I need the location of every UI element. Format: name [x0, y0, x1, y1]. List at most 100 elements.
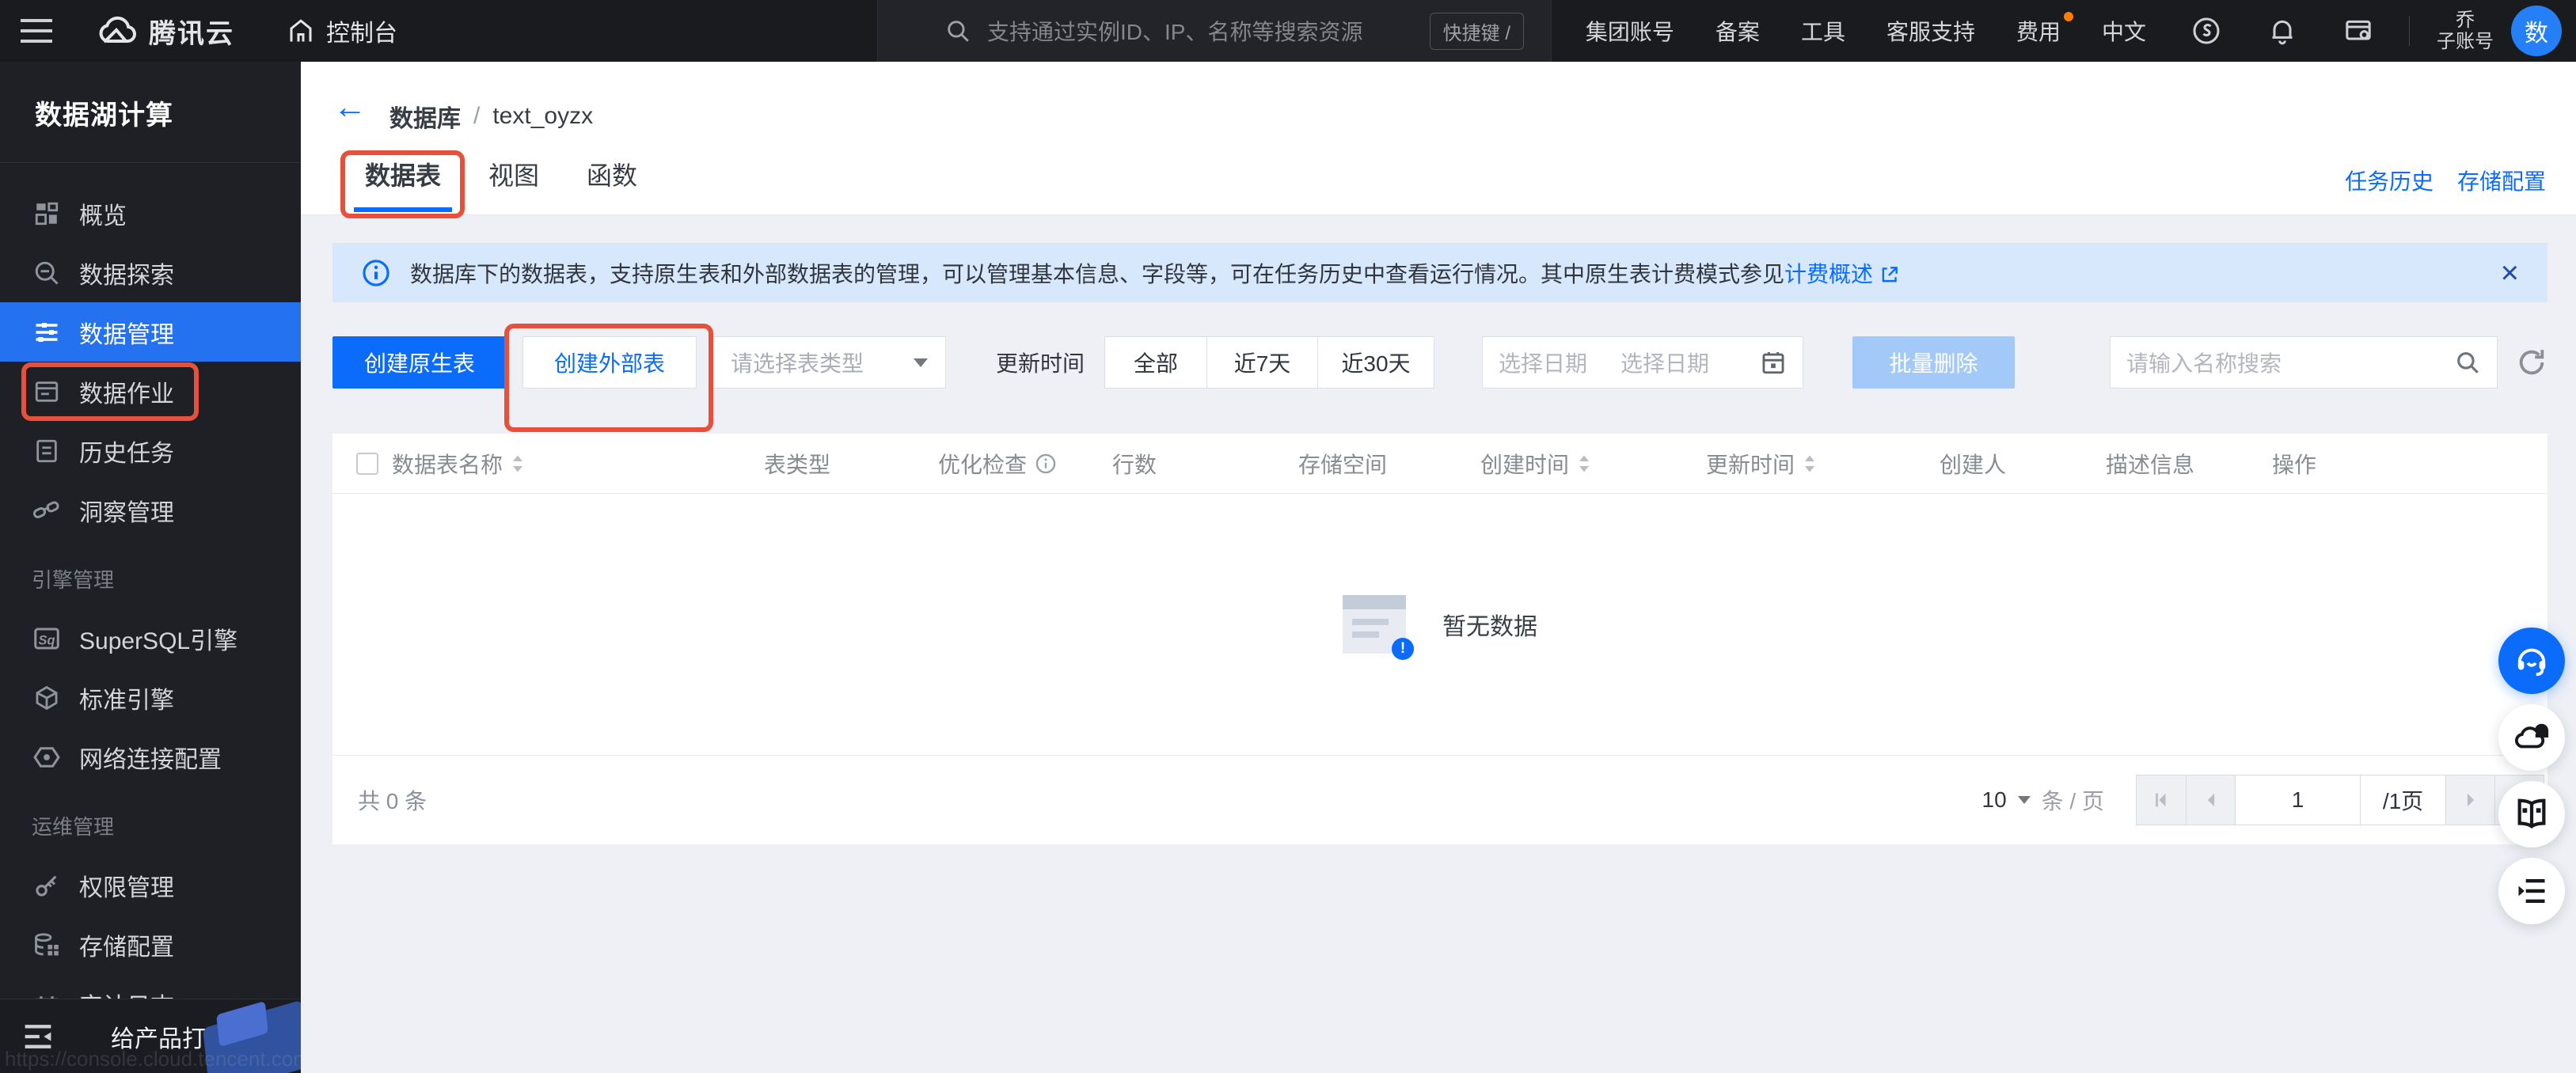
hamburger-menu-icon[interactable] [0, 0, 74, 62]
page-content: 数据库下的数据表，支持原生表和外部数据表的管理，可以管理基本信息、字段等，可在任… [301, 215, 2576, 1073]
sidebar-item-permission[interactable]: 权限管理 [0, 855, 301, 915]
section-engine-management: 引擎管理 [32, 568, 115, 592]
top-nav-right: 集团账号 备案 工具 客服支持 费用 中文 乔 子账号 数 [1544, 0, 2576, 62]
list-expand-icon [2518, 878, 2545, 904]
user-name-line2: 子账号 [2437, 31, 2494, 52]
pagination-controls: 10 条 / 页 1 /1页 [1982, 756, 2544, 844]
sort-icon[interactable] [511, 454, 525, 473]
column-creator: 创建人 [1940, 452, 2007, 477]
notification-bell-icon[interactable] [2266, 15, 2298, 47]
cloud-alarm-fab[interactable] [2498, 704, 2565, 771]
expand-menu-fab[interactable] [2498, 858, 2565, 924]
alert-dot-icon: ! [1392, 638, 1414, 660]
avatar[interactable]: 数 [2511, 6, 2562, 56]
sidebar-divider [0, 162, 301, 163]
time-filter-30d[interactable]: 近30天 [1317, 337, 1434, 388]
tab-functions[interactable]: 函数 [587, 161, 637, 190]
billing-overview-link[interactable]: 计费概述 [1784, 262, 1873, 286]
data-management-sliders-icon [32, 317, 62, 347]
table-type-placeholder: 请选择表类型 [731, 351, 864, 376]
tencent-cloud-logo[interactable]: 腾讯云 [97, 12, 234, 51]
sidebar-item-history-tasks[interactable]: 历史任务 [0, 421, 301, 480]
name-search-placeholder: 请输入名称搜索 [2126, 351, 2282, 376]
sidebar-item-supersql-engine[interactable]: Sq SuperSQL引擎 [0, 609, 301, 668]
column-table-type: 表类型 [764, 452, 831, 477]
chevron-down-icon [2017, 796, 2031, 804]
annotation-box-create-external-table [504, 324, 713, 432]
product-title: 数据湖计算 [35, 100, 173, 131]
sidebar-item-storage-config[interactable]: 存储配置 [0, 915, 301, 974]
menu-billing[interactable]: 费用 [2016, 12, 2073, 47]
time-filter-7d[interactable]: 近7天 [1206, 337, 1317, 388]
customer-service-fab[interactable] [2498, 627, 2565, 694]
create-native-table-button[interactable]: 创建原生表 [332, 336, 507, 389]
back-arrow-icon[interactable]: ← [333, 90, 367, 123]
first-page-button[interactable] [2137, 775, 2186, 825]
sidebar-item-standard-engine[interactable]: 标准引擎 [0, 668, 301, 727]
name-search-input[interactable]: 请输入名称搜索 [2110, 336, 2498, 389]
search-icon [944, 17, 971, 44]
menu-icp-filing[interactable]: 备案 [1715, 15, 1760, 47]
time-filter-all[interactable]: 全部 [1105, 337, 1206, 388]
home-icon [287, 17, 315, 45]
info-banner: 数据库下的数据表，支持原生表和外部数据表的管理，可以管理基本信息、字段等，可在任… [332, 243, 2548, 302]
menu-support[interactable]: 客服支持 [1886, 15, 1975, 47]
data-explore-search-icon [32, 258, 62, 288]
page-size-unit: 条 / 页 [2041, 789, 2104, 813]
console-settings-icon[interactable] [2342, 15, 2374, 47]
tab-views[interactable]: 视图 [488, 161, 539, 190]
empty-data-illustration: ! [1343, 595, 1414, 660]
sidebar-item-overview[interactable]: 概览 [0, 184, 301, 243]
link-task-history[interactable]: 任务历史 [2345, 165, 2434, 196]
table-header-row: 数据表名称 表类型 优化检查 行数 存储空间 创建时间 更新时间 创建人 描述信… [332, 434, 2548, 494]
menu-language[interactable]: 中文 [2102, 15, 2146, 47]
breadcrumb-database[interactable]: 数据库 [389, 99, 461, 134]
ticket-icon[interactable] [2190, 15, 2222, 47]
banner-close-icon[interactable]: × [2501, 257, 2519, 289]
insight-link-icon [32, 495, 62, 525]
sort-icon[interactable] [1803, 454, 1817, 473]
table-type-select[interactable]: 请选择表类型 [712, 336, 946, 389]
page-size-select[interactable]: 10 条 / 页 [1982, 784, 2105, 816]
time-filter-group: 全部 近7天 近30天 [1104, 336, 1434, 389]
menu-tools[interactable]: 工具 [1801, 15, 1845, 47]
banner-text: 数据库下的数据表，支持原生表和外部数据表的管理，可以管理基本信息、字段等，可在任… [410, 257, 1900, 289]
global-search-bar[interactable]: 支持通过实例ID、IP、名称等搜索资源 快捷键 / [877, 0, 1552, 62]
sidebar-item-data-management[interactable]: 数据管理 [0, 302, 301, 362]
prev-page-button[interactable] [2186, 775, 2235, 825]
info-circle-icon[interactable] [1035, 453, 1057, 475]
refresh-icon[interactable] [2516, 347, 2548, 378]
menu-group-account[interactable]: 集团账号 [1586, 15, 1674, 47]
column-update-time[interactable]: 更新时间 [1706, 448, 1940, 480]
user-account[interactable]: 乔 子账号 [2437, 9, 2494, 52]
cloud-bell-icon [2514, 723, 2549, 749]
console-label: 控制台 [326, 21, 397, 47]
sidebar: 数据湖计算 概览 数据探索 数据管理 数据作业 历史任务 洞察管理 引擎管理 S… [0, 62, 301, 1073]
annotation-box-data-management [21, 362, 199, 421]
key-icon [32, 870, 62, 900]
sort-icon[interactable] [1577, 454, 1591, 473]
shortcut-key-badge: 快捷键 / [1429, 12, 1524, 50]
date-start-placeholder: 选择日期 [1499, 351, 1588, 376]
external-link-icon[interactable] [1879, 264, 1900, 285]
sidebar-item-insight[interactable]: 洞察管理 [0, 480, 301, 540]
link-storage-config[interactable]: 存储配置 [2457, 165, 2546, 196]
column-table-name[interactable]: 数据表名称 [392, 448, 764, 480]
header-links: 任务历史 存储配置 [2345, 165, 2546, 196]
tencent-cloud-console: 腾讯云 控制台 支持通过实例ID、IP、名称等搜索资源 快捷键 / 集团账号 备… [0, 0, 2576, 1073]
date-range-picker[interactable]: 选择日期 选择日期 [1482, 336, 1803, 389]
current-page-input[interactable]: 1 [2235, 775, 2360, 825]
sidebar-item-network-config[interactable]: 网络连接配置 [0, 727, 301, 787]
top-nav: 腾讯云 控制台 支持通过实例ID、IP、名称等搜索资源 快捷键 / 集团账号 备… [0, 0, 2576, 62]
sidebar-item-data-explore[interactable]: 数据探索 [0, 243, 301, 302]
empty-text: 暂无数据 [1442, 614, 1537, 640]
batch-delete-button[interactable]: 批量删除 [1852, 336, 2015, 389]
column-create-time[interactable]: 创建时间 [1480, 448, 1706, 480]
breadcrumb-separator: / [473, 103, 481, 129]
documentation-fab[interactable] [2498, 781, 2565, 847]
select-all-checkbox[interactable] [356, 452, 378, 475]
top-nav-left: 腾讯云 控制台 [0, 0, 397, 62]
search-submit-icon[interactable] [2454, 349, 2481, 376]
console-home[interactable]: 控制台 [287, 13, 397, 48]
next-page-button[interactable] [2445, 775, 2494, 825]
